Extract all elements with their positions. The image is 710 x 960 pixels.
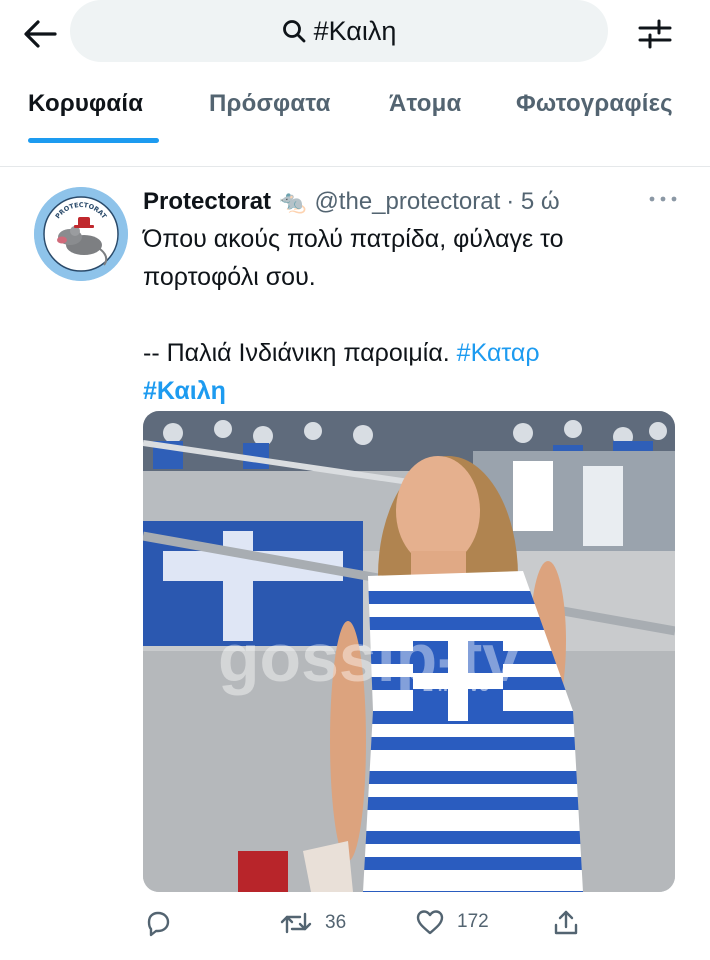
- avatar[interactable]: PROTECTORAT: [34, 187, 128, 281]
- author-handle[interactable]: @the_protectorat: [314, 188, 500, 216]
- avatar-logo: PROTECTORAT: [34, 187, 128, 281]
- search-query: #Καιλη: [313, 15, 397, 46]
- share-icon: [554, 910, 578, 935]
- tweet-text-line: -- Παλιά Ινδιάνικη παροιμία.: [143, 339, 450, 367]
- reply-button[interactable]: [143, 908, 185, 938]
- filter-icon: [638, 19, 672, 49]
- tweet-text-line: πορτοφόλι σου.: [143, 263, 316, 291]
- back-arrow-icon: [24, 20, 57, 48]
- tab-latest[interactable]: Πρόσφατα: [209, 90, 331, 118]
- active-tab-indicator: [28, 138, 159, 143]
- search-icon: [282, 20, 305, 43]
- tab-people[interactable]: Άτομα: [389, 90, 461, 118]
- hashtag-link[interactable]: #Καιλη: [143, 377, 226, 405]
- tweet-photo[interactable]: gossip-tv 24h live: [143, 411, 675, 892]
- retweet-button[interactable]: 36: [279, 908, 346, 938]
- hashtag-link[interactable]: #Καταρ: [457, 339, 540, 367]
- tweet-time[interactable]: · 5 ώ: [506, 188, 559, 216]
- photo-image: gossip-tv 24h live: [143, 411, 675, 892]
- back-button[interactable]: [18, 12, 62, 56]
- filter-button[interactable]: [630, 12, 680, 56]
- tweet-header: Protectorat 🐀 @the_protectorat · 5 ώ: [143, 185, 683, 219]
- search-tabs: Κορυφαία Πρόσφατα Άτομα Φωτογραφίες: [0, 76, 710, 143]
- top-bar: #Καιλη: [0, 0, 710, 70]
- search-input[interactable]: #Καιλη: [70, 0, 608, 62]
- more-button[interactable]: [646, 186, 680, 212]
- retweet-icon: [280, 912, 312, 934]
- tweet-text-line: Όπου ακούς πολύ πατρίδα, φύλαγε το: [143, 225, 564, 253]
- reply-icon: [147, 911, 170, 937]
- tweet-actions: 36 172: [143, 904, 683, 944]
- divider: [0, 166, 710, 167]
- tab-photos[interactable]: Φωτογραφίες: [516, 90, 673, 118]
- like-count: 172: [457, 911, 489, 932]
- like-button[interactable]: 172: [415, 908, 489, 936]
- more-icon: [649, 196, 677, 202]
- tab-top[interactable]: Κορυφαία: [28, 90, 143, 118]
- share-button[interactable]: [551, 908, 581, 938]
- author-name[interactable]: Protectorat: [143, 188, 271, 216]
- rat-icon: 🐀: [279, 189, 307, 214]
- retweet-count: 36: [325, 912, 347, 933]
- photo-watermark-sub: 24h live: [423, 675, 489, 695]
- tweet-text: Όπου ακούς πολύ πατρίδα, φύλαγε το πορτο…: [143, 220, 683, 410]
- like-icon: [416, 910, 444, 935]
